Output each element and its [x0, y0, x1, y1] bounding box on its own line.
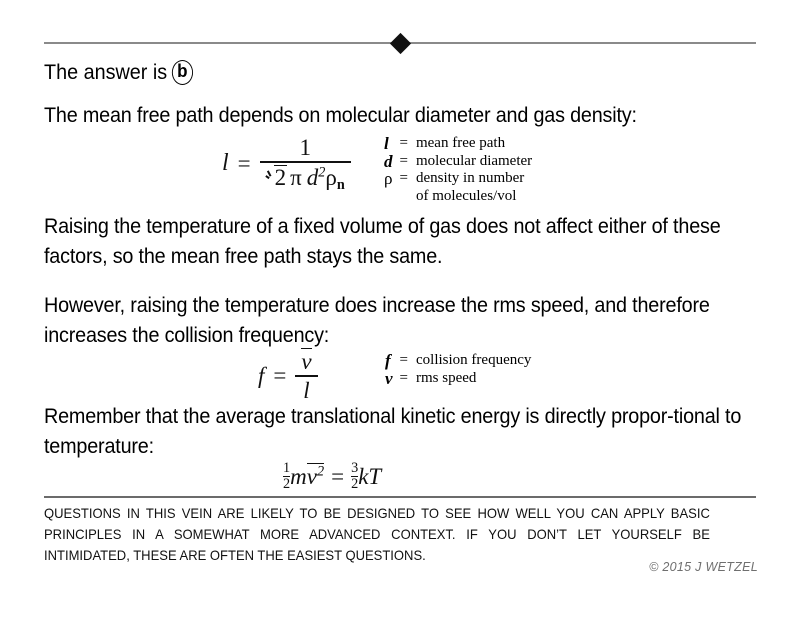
eq3-boltzmann-constant: k — [358, 463, 369, 489]
eq2-fraction: v l — [295, 348, 318, 404]
legend-row: ρ = density in number — [384, 170, 532, 188]
equation-kinetic-energy: 1 2 m v2 = 3 2 k T — [283, 461, 381, 492]
legend-equals: = — [399, 170, 408, 186]
paragraph-raising-temperature: Raising the temperature of a fixed volum… — [44, 214, 721, 268]
eq1-lhs: l — [222, 150, 229, 177]
eq1-denominator: 2 π d2ρn — [260, 163, 351, 193]
legend-equals: = — [399, 135, 408, 151]
legend-equals: = — [399, 369, 409, 386]
legend-definition: of molecules/vol — [415, 187, 517, 204]
eq1-sqrt-vinculum — [273, 164, 288, 167]
paragraph-mean-free-path: The mean free path depends on molecular … — [44, 103, 637, 127]
eq3-velocity-exponent: 2 — [316, 463, 325, 480]
legend-definition: molecular diameter — [415, 152, 533, 169]
copyright-notice: © 2015 J WETZEL — [649, 560, 758, 574]
legend-row: l = mean free path — [384, 135, 532, 153]
legend-row: of molecules/vol — [384, 188, 532, 206]
eq2-lhs: f — [258, 363, 265, 389]
eq1-fraction: 1 2 π d2ρn — [259, 135, 351, 193]
legend-symbol: f — [385, 351, 391, 370]
eq2-numerator: v — [295, 348, 317, 375]
paragraph-kinetic-energy: Remember that the average translational … — [44, 404, 742, 458]
slide-canvas: The answer is b The mean free path depen… — [0, 0, 800, 617]
legend-equals — [400, 188, 416, 206]
diamond-bullet-icon — [389, 32, 412, 55]
legend-symbol: l — [384, 134, 389, 153]
equation-2-legend: f = collision frequency v = rms speed — [385, 352, 531, 387]
eq2-equals: = — [273, 363, 287, 389]
legend-definition: mean free path — [415, 135, 506, 151]
eq3-lhs-denominator: 2 — [283, 476, 291, 493]
eq1-numerator: 1 — [299, 135, 311, 160]
paragraph-rms-speed: However, raising the temperature does in… — [44, 293, 710, 347]
footer-note: QUESTIONS IN THIS VEIN ARE LIKELY TO BE … — [44, 505, 710, 563]
eq3-lhs-numerator: 1 — [283, 460, 291, 476]
eq3-temperature: T — [368, 463, 382, 489]
eq3-rhs-fraction: 3 2 — [351, 460, 359, 493]
eq1-sqrt: 2 — [266, 164, 288, 191]
eq1-rho-subscript: n — [336, 176, 345, 193]
eq1-d: d — [306, 164, 319, 190]
legend-definition: rms speed — [416, 369, 477, 386]
eq1-pi: π — [290, 164, 302, 190]
eq1-sqrt-radicand: 2 — [274, 164, 287, 190]
answer-line: The answer is b — [44, 58, 193, 86]
equation-1-legend: l = mean free path d = molecular diamete… — [384, 135, 532, 205]
legend-symbol: d — [384, 151, 393, 171]
legend-row: f = collision frequency — [385, 352, 531, 370]
legend-symbol: v — [385, 368, 393, 388]
eq1-rho: ρ — [325, 164, 337, 190]
legend-symbol: ρ — [384, 169, 393, 188]
eq3-lhs-fraction: 1 2 — [283, 460, 291, 493]
bottom-divider — [44, 496, 756, 498]
eq3-equals: = — [331, 463, 345, 489]
top-divider — [44, 32, 756, 55]
eq1-equals: = — [237, 150, 251, 176]
eq3-velocity: v — [306, 464, 317, 490]
answer-choice-badge: b — [171, 59, 193, 85]
legend-equals: = — [399, 352, 409, 368]
eq3-mass: m — [290, 463, 307, 489]
eq3-rhs-numerator: 3 — [351, 460, 359, 476]
equation-mean-free-path: l = 1 2 π d2ρn — [222, 135, 351, 193]
legend-definition: density in number — [415, 170, 525, 186]
legend-row: d = molecular diameter — [384, 151, 533, 171]
legend-row: v = rms speed — [385, 368, 531, 388]
eq2-numerator-overbar: v — [301, 348, 312, 374]
eq3-rhs-denominator: 2 — [351, 476, 359, 493]
legend-equals: = — [399, 152, 408, 169]
legend-symbol — [384, 188, 400, 206]
legend-definition: collision frequency — [416, 352, 532, 368]
equation-collision-frequency: f = v l — [258, 348, 318, 404]
answer-prefix-label: The answer is — [44, 60, 168, 84]
eq3-velocity-overbar: v2 — [306, 463, 325, 490]
